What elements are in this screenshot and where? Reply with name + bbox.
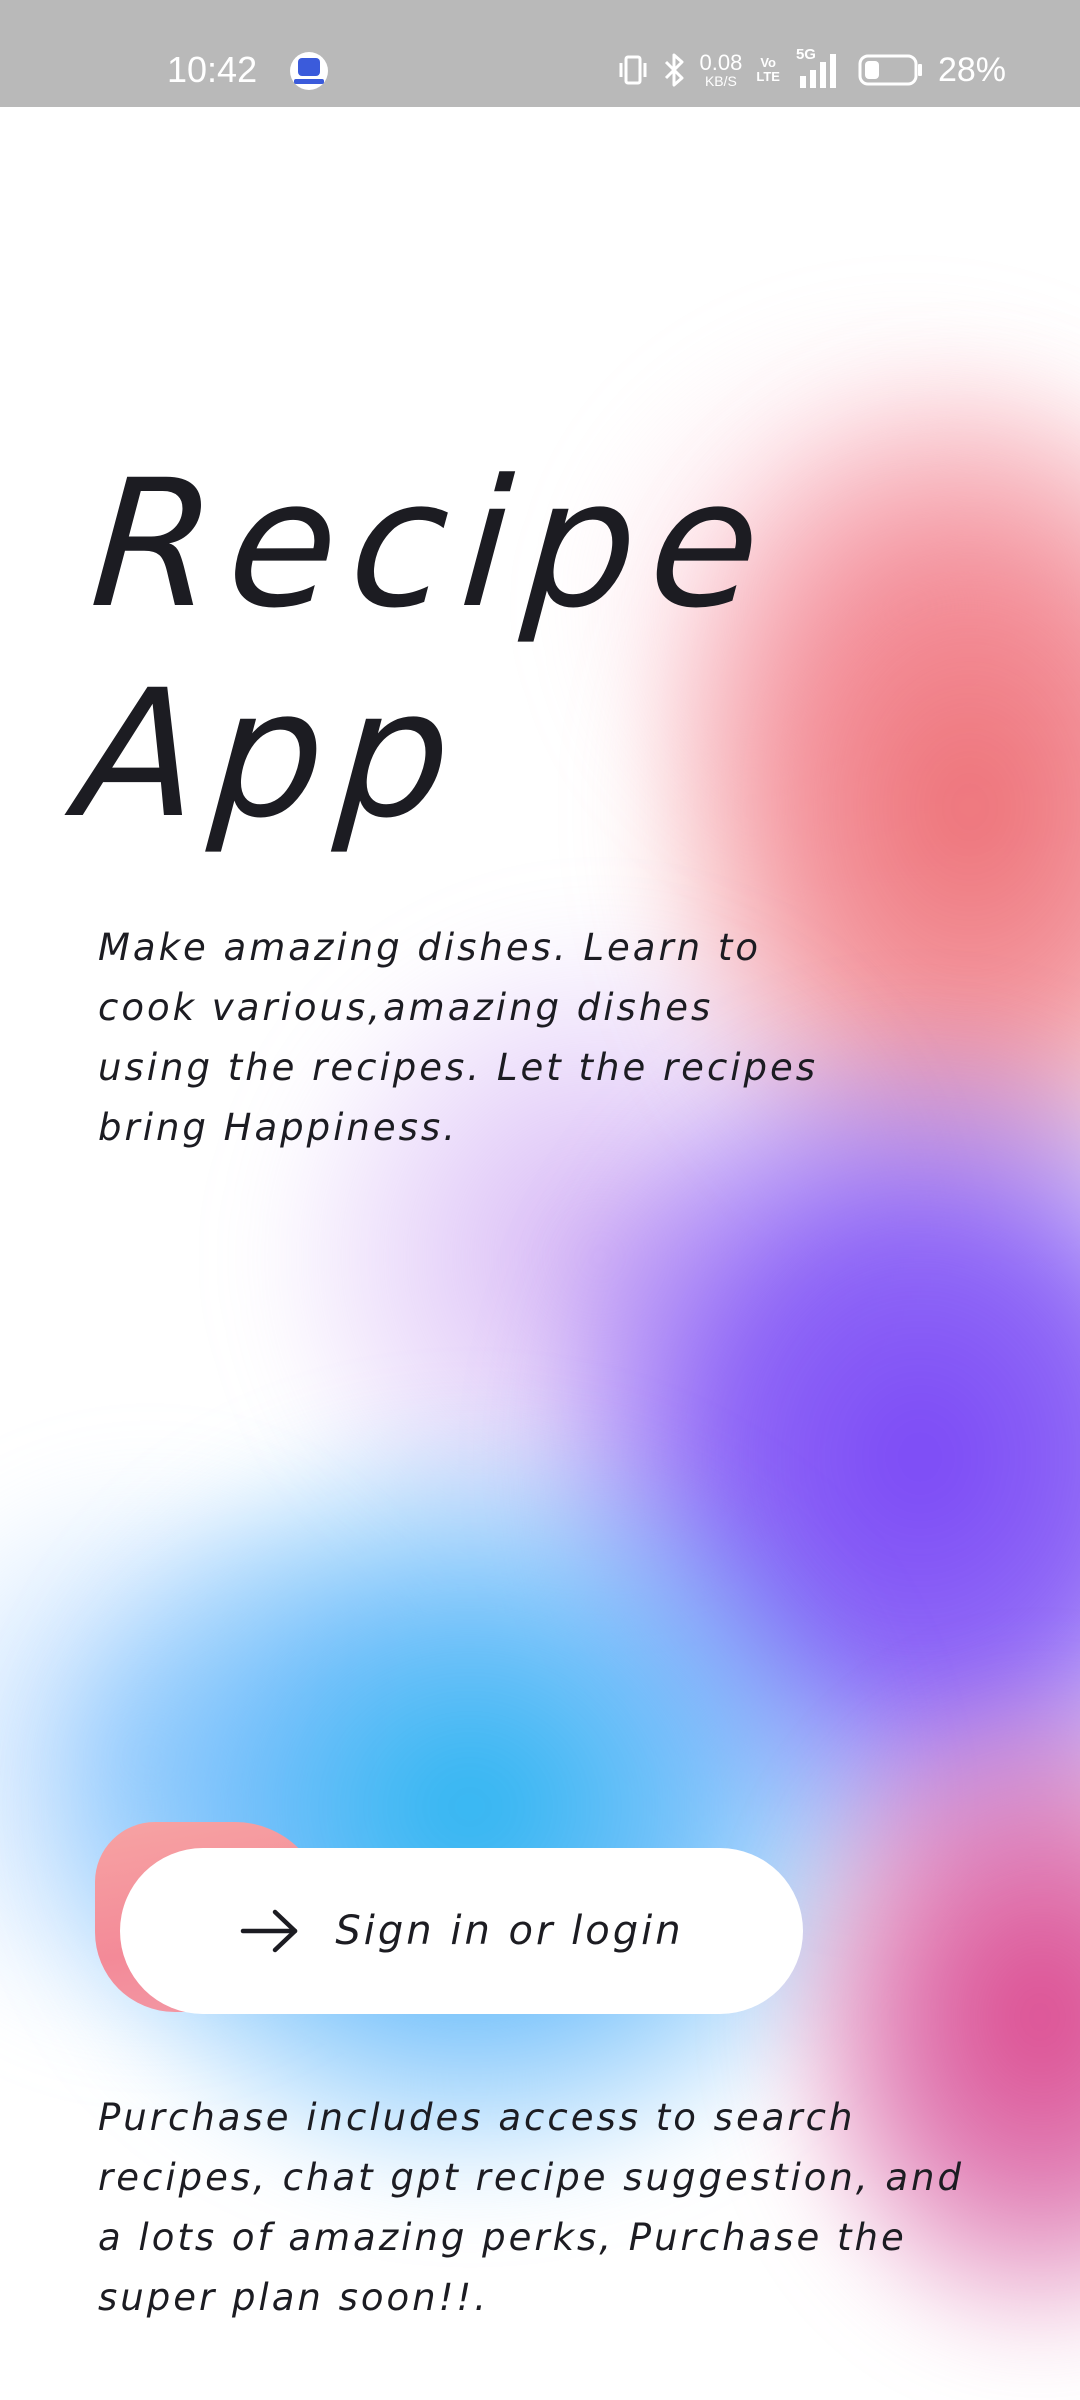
battery-percent: 28% bbox=[937, 51, 1006, 89]
status-icons: 0.08 KB/S Vo LTE 5G 28% bbox=[618, 46, 1006, 92]
network-speed-value: 0.08 bbox=[699, 50, 743, 75]
status-bar: 10:42 0.08 KB/S Vo LTE 5G 28% bbox=[0, 0, 1080, 107]
vibrate-icon bbox=[619, 55, 647, 85]
signal-icon: 5G bbox=[794, 46, 844, 90]
app-title: Recipe App bbox=[71, 440, 781, 860]
signin-button[interactable]: Sign in or login bbox=[120, 1848, 803, 2014]
app-description: Make amazing dishes. Learn to cook vario… bbox=[98, 926, 819, 1149]
app-title-line1: Recipe bbox=[85, 442, 781, 647]
network-speed: 0.08 KB/S bbox=[699, 50, 743, 89]
status-time: 10:42 bbox=[167, 49, 258, 90]
signin-button-label: Sign in or login bbox=[335, 1908, 684, 1954]
arrow-right-icon bbox=[241, 1909, 298, 1953]
app-notification-icon bbox=[290, 52, 328, 90]
volte-line1: Vo bbox=[760, 55, 776, 70]
volte-indicator: Vo LTE bbox=[756, 56, 780, 84]
bluetooth-icon bbox=[664, 53, 684, 87]
purchase-info-text: Purchase includes access to search recip… bbox=[98, 2096, 964, 2319]
battery-icon bbox=[858, 54, 922, 86]
network-speed-unit: KB/S bbox=[704, 73, 737, 89]
gradient-blob-blue bbox=[20, 1407, 920, 2207]
app-title-line2: App bbox=[70, 652, 472, 857]
volte-line2: LTE bbox=[756, 69, 780, 84]
